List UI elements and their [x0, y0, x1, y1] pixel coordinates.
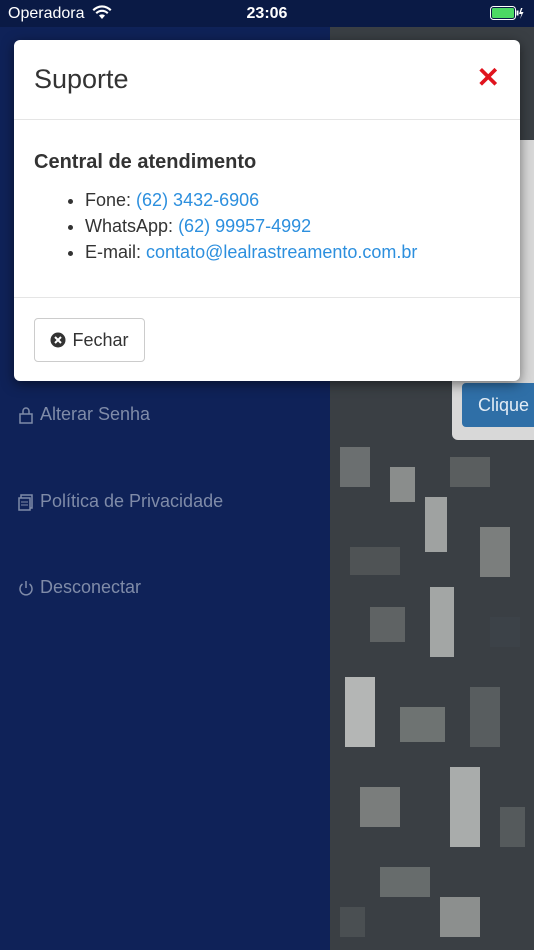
- whatsapp-link[interactable]: (62) 99957-4992: [178, 216, 311, 236]
- close-button-label: Fechar: [72, 329, 129, 350]
- phone-link[interactable]: (62) 3432-6906: [136, 190, 259, 210]
- status-bar: Operadora 23:06: [0, 0, 534, 27]
- contact-label: E-mail:: [85, 242, 142, 262]
- menu-item-label: Política de Privacidade: [40, 491, 224, 511]
- menu-item-logout[interactable]: Desconectar: [18, 577, 141, 598]
- clique-button-label: Clique: [478, 394, 530, 415]
- battery-icon: [490, 6, 524, 26]
- document-icon: [18, 493, 33, 511]
- contact-email: E-mail: contato@lealrastreamento.com.br: [85, 239, 417, 265]
- menu-item-privacy-policy[interactable]: Política de Privacidade: [18, 491, 223, 512]
- contact-whatsapp: WhatsApp: (62) 99957-4992: [85, 213, 417, 239]
- modal-footer: Fechar: [14, 298, 520, 381]
- lock-icon: [19, 406, 33, 424]
- modal-header: Suporte ✕: [14, 40, 520, 120]
- status-time: 23:06: [246, 5, 288, 22]
- close-icon[interactable]: ✕: [477, 64, 500, 92]
- menu-item-label: Desconectar: [40, 577, 142, 597]
- power-icon: [19, 580, 33, 596]
- contact-label: WhatsApp:: [85, 216, 174, 236]
- contact-label: Fone:: [85, 190, 132, 210]
- clique-button[interactable]: Clique: [462, 383, 534, 427]
- contact-list: Fone: (62) 3432-6906 WhatsApp: (62) 9995…: [34, 187, 417, 265]
- contact-phone: Fone: (62) 3432-6906: [85, 187, 417, 213]
- support-modal: Suporte ✕ Central de atendimento Fone: (…: [14, 40, 520, 381]
- close-button[interactable]: Fechar: [34, 318, 145, 362]
- modal-title: Suporte: [34, 64, 129, 94]
- modal-body: Central de atendimento Fone: (62) 3432-6…: [14, 120, 520, 298]
- close-circle-icon: [50, 332, 66, 348]
- email-link[interactable]: contato@lealrastreamento.com.br: [146, 242, 417, 262]
- support-heading: Central de atendimento: [34, 151, 257, 173]
- menu-item-change-password[interactable]: Alterar Senha: [18, 404, 150, 425]
- menu-item-label: Alterar Senha: [40, 404, 151, 424]
